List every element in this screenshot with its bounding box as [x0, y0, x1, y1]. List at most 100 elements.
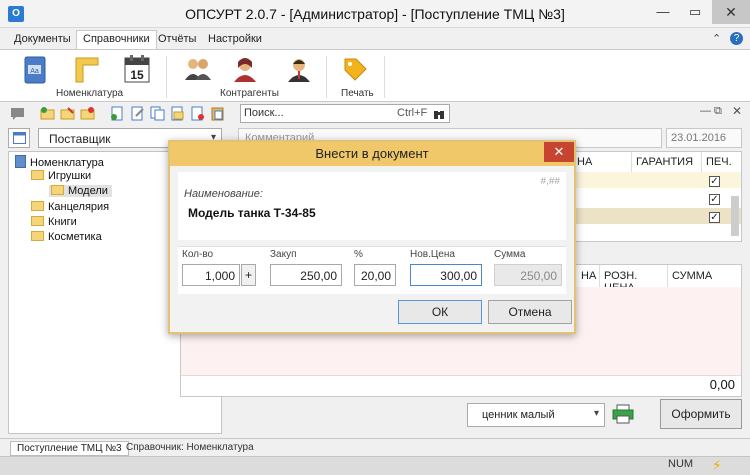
search-shortcut: Ctrl+F	[397, 107, 428, 119]
folder-icon	[31, 216, 44, 226]
address-book-icon[interactable]: Aa	[24, 56, 46, 84]
tab-references[interactable]: Справочники	[76, 30, 157, 50]
view-toggle-button[interactable]	[8, 128, 30, 148]
ribbon-separator	[326, 56, 327, 98]
date-field[interactable]: 23.01.2016	[666, 128, 742, 148]
column-header-print[interactable]: ПЕЧ.	[701, 152, 741, 172]
add-item-icon[interactable]	[110, 106, 125, 121]
add-folder-icon[interactable]	[40, 106, 55, 121]
tree-item-models[interactable]: Модели	[49, 185, 112, 197]
column-header-sum[interactable]: СУММА	[667, 265, 741, 287]
item-info-panel: #,## Наименование: Модель танка Т-34-85	[178, 172, 566, 240]
collapse-ribbon-icon[interactable]: ⌃	[712, 32, 721, 45]
folder-icon	[31, 170, 44, 180]
delete-folder-icon[interactable]	[80, 106, 95, 121]
window-title: ОПСУРТ 2.0.7 - [Администратор] - [Поступ…	[185, 6, 565, 22]
item-fields-panel: Кол-во 1,000 + Закуп 250,00 % 20,00 Нов.…	[178, 246, 566, 294]
move-item-icon[interactable]	[170, 106, 185, 121]
column-header-na[interactable]: НА	[573, 152, 631, 172]
maximize-button[interactable]: ▭	[680, 0, 710, 24]
new-price-label: Нов.Цена	[410, 249, 455, 260]
close-window-button[interactable]: ✕	[712, 0, 750, 24]
ribbon-separator	[384, 56, 385, 98]
pane-minimize-icon[interactable]: —	[700, 105, 711, 117]
book-icon	[15, 155, 26, 168]
column-header-retail-price[interactable]: РОЗН. ЦЕНА	[599, 265, 667, 294]
footer-divider	[181, 375, 741, 376]
user-female-icon[interactable]	[232, 56, 258, 82]
edit-item-icon[interactable]	[130, 106, 145, 121]
comment-icon[interactable]	[10, 106, 25, 121]
delete-item-icon[interactable]	[190, 106, 205, 121]
sum-label: Сумма	[494, 249, 526, 260]
price-tag-select[interactable]: ценник малый ▾	[467, 403, 605, 427]
search-input[interactable]: Поиск... Ctrl+F	[240, 104, 450, 123]
print-checkbox[interactable]: ✓	[709, 212, 720, 223]
tree-item-books[interactable]: Книги	[31, 216, 77, 228]
tree-item-nomenclature[interactable]: Номенклатура	[15, 155, 104, 169]
percent-label: %	[354, 249, 363, 260]
calendar-day: 15	[130, 68, 144, 82]
status-bar	[0, 456, 750, 475]
qty-label: Кол-во	[182, 249, 214, 260]
column-header-warranty[interactable]: ГАРАНТИЯ	[631, 152, 701, 172]
pane-close-icon[interactable]: ✕	[732, 104, 742, 118]
qty-input[interactable]: 1,000	[182, 264, 240, 286]
dialog-close-button[interactable]: ✕	[544, 142, 574, 162]
folder-icon	[31, 201, 44, 211]
binoculars-icon[interactable]	[433, 108, 445, 120]
tree-item-toys[interactable]: Игрушки	[31, 170, 91, 182]
sum-field: 250,00	[494, 264, 562, 286]
lightning-icon: ⚡	[712, 457, 722, 473]
folder-open-icon	[51, 185, 64, 195]
tab-reports[interactable]: Отчёты	[152, 31, 202, 47]
copy-item-icon[interactable]	[150, 106, 165, 121]
help-icon[interactable]: ?	[730, 32, 743, 45]
price-tag-icon[interactable]	[342, 56, 368, 82]
print-checkbox[interactable]: ✓	[709, 194, 720, 205]
finalize-button[interactable]: Оформить	[660, 399, 742, 429]
search-placeholder: Поиск...	[244, 107, 284, 119]
ruler-icon[interactable]	[74, 56, 100, 84]
ribbon-group-label-nomenclature: Номенклатура	[56, 88, 124, 99]
column-header-na[interactable]: НА	[577, 265, 599, 287]
scrollbar-thumb[interactable]	[731, 196, 739, 236]
add-to-document-dialog: Внести в документ ✕ #,## Наименование: М…	[168, 140, 576, 334]
ok-button[interactable]: ОК	[398, 300, 482, 324]
numlock-indicator: NUM	[668, 458, 694, 470]
qty-plus-button[interactable]: +	[241, 264, 256, 286]
tab-reference-nomenclature[interactable]: Справочник: Номенклатура	[126, 442, 254, 453]
folder-icon	[31, 231, 44, 241]
total-sum: 0,00	[709, 377, 735, 392]
minimize-button[interactable]: —	[648, 0, 678, 24]
paste-item-icon[interactable]	[210, 106, 225, 121]
dialog-title-bar: Внести в документ ✕	[170, 142, 574, 166]
printer-icon[interactable]	[612, 404, 634, 424]
user-male-icon[interactable]	[286, 56, 312, 82]
format-hint: #,##	[540, 176, 560, 187]
svg-text:Aa: Aa	[30, 68, 39, 75]
table-view-icon	[13, 132, 26, 144]
users-group-icon[interactable]	[184, 56, 212, 82]
tab-receipt-document[interactable]: Поступление ТМЦ №3	[10, 441, 129, 456]
tree-item-stationery[interactable]: Канцелярия	[31, 201, 109, 213]
tree-item-cosmetics[interactable]: Косметика	[31, 231, 102, 243]
edit-folder-icon[interactable]	[60, 106, 75, 121]
new-price-input[interactable]: 300,00	[410, 264, 482, 286]
tab-documents[interactable]: Документы	[8, 31, 77, 47]
ribbon-group-label-contractors: Контрагенты	[220, 88, 279, 99]
ribbon-separator	[166, 56, 167, 98]
title-bar: O ОПСУРТ 2.0.7 - [Администратор] - [Пост…	[0, 0, 750, 28]
price-tag-value: ценник малый	[482, 409, 555, 421]
print-checkbox[interactable]: ✓	[709, 176, 720, 187]
purchase-label: Закуп	[270, 249, 297, 260]
menu-bar: Документы Справочники Отчёты Настройки ⌃…	[0, 29, 750, 50]
markup-percent-input[interactable]: 20,00	[354, 264, 396, 286]
ribbon-group-label-print: Печать	[341, 88, 374, 99]
ribbon: Aa 15 Номенклатура Контрагенты Печать	[0, 49, 750, 102]
tab-settings[interactable]: Настройки	[202, 31, 268, 47]
pane-restore-icon[interactable]: ⧉	[714, 105, 722, 118]
dialog-title: Внести в документ	[315, 146, 429, 161]
purchase-price-input[interactable]: 250,00	[270, 264, 342, 286]
cancel-button[interactable]: Отмена	[488, 300, 572, 324]
